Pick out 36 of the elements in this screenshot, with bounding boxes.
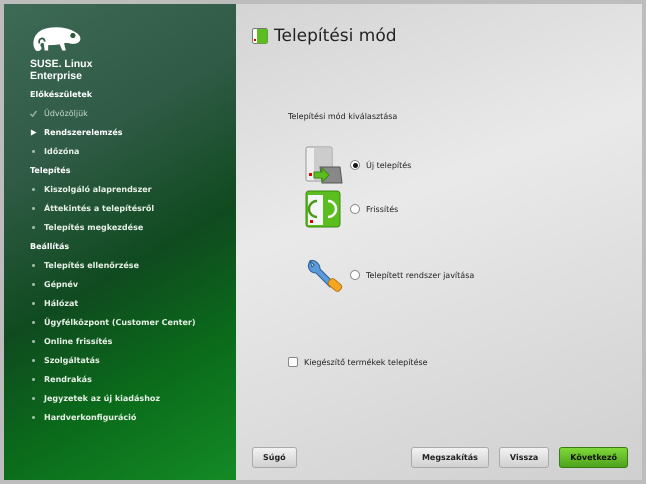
step-label: Szolgáltatás (44, 356, 100, 365)
install-icon (252, 28, 268, 44)
dialog-button[interactable]: Vissza (498, 447, 550, 468)
section-title: Telepítés (30, 166, 70, 175)
step-label: Jegyzetek az új kiadáshoz (44, 394, 160, 403)
brand-name: Enterprise (30, 70, 82, 82)
step-label: Online frissítés (44, 337, 112, 346)
next-button[interactable]: Következő (559, 447, 628, 468)
step-label: Kiszolgáló alaprendszer (44, 185, 152, 194)
radio-button[interactable] (350, 204, 360, 214)
help-button[interactable]: Súgó (252, 447, 297, 468)
step-label: Rendrakás (44, 375, 92, 384)
step-label: Időzóna (44, 147, 80, 156)
page-title: Telepítési mód (274, 26, 397, 46)
option-label[interactable]: Frissítés (366, 204, 398, 214)
computer-folder-icon (304, 145, 344, 185)
section-title: Beállítás (30, 242, 70, 251)
group-label: Telepítési mód kiválasztása (288, 112, 398, 121)
step-label: Üdvözöljük (44, 109, 88, 118)
step-label: Hálózat (44, 299, 78, 308)
step-label: Ügyfélközpont (Customer Center) (44, 318, 196, 327)
checkbox[interactable] (288, 357, 298, 367)
step-label: Hardverkonfiguráció (44, 413, 136, 422)
step-label: Telepítés megkezdése (44, 223, 144, 232)
step-label: Telepítés ellenőrzése (44, 261, 139, 270)
step-label: Rendszerelemzés (44, 128, 123, 137)
option-label[interactable]: Telepített rendszer javítása (366, 270, 474, 280)
brand-name: SUSE. Linux (30, 58, 92, 70)
radio-button[interactable] (350, 270, 360, 280)
option-label[interactable]: Új telepítés (366, 160, 412, 170)
radio-button[interactable] (350, 160, 360, 170)
step-label: Áttekintés a telepítésről (44, 204, 154, 213)
step-label: Gépnév (44, 280, 78, 289)
section-title: Előkészületek (30, 90, 92, 99)
dialog-button[interactable]: Megszakítás (410, 447, 489, 468)
checkbox-label[interactable]: Kiegészítő termékek telepítése (304, 358, 428, 366)
